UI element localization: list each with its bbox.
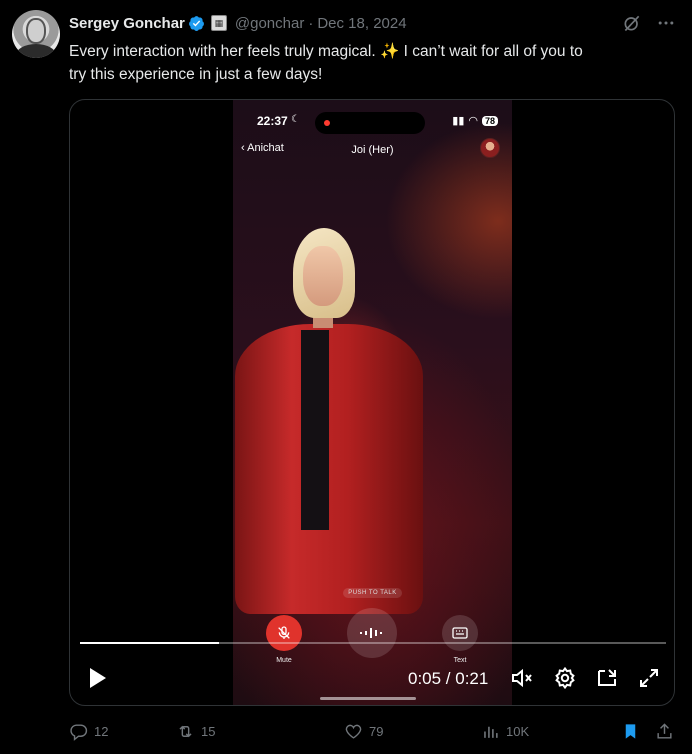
video-progress-bar[interactable]: [80, 642, 666, 644]
phone-status-bar: 22:37 ☾ ▮▮ ◠ 78: [233, 112, 512, 134]
moon-icon: ☾: [291, 114, 300, 125]
fullscreen-icon[interactable]: [637, 666, 661, 690]
share-icon: [657, 723, 672, 739]
phone-nav-bar: ‹ Anichat Joi (Her): [233, 138, 512, 160]
home-indicator: [320, 697, 416, 700]
repost-icon: [179, 725, 192, 738]
character-figure: [233, 228, 512, 614]
signal-icon: ▮▮: [452, 115, 465, 127]
character-avatar: [480, 138, 500, 158]
mic-off-icon: [278, 626, 290, 639]
repost-count: 15: [201, 724, 216, 739]
verified-badge-icon[interactable]: [188, 15, 205, 32]
video-player[interactable]: 22:37 ☾ ▮▮ ◠ 78 ‹ Anichat Joi (Her) PUSH…: [69, 99, 675, 706]
author-name[interactable]: Sergey Gonchar: [69, 15, 185, 32]
video-timecode: 0:05 / 0:21: [408, 669, 489, 688]
grok-icon[interactable]: [622, 13, 642, 33]
like-count: 79: [369, 724, 384, 739]
wifi-icon: ◠: [468, 115, 478, 127]
tweet-actions: 12 15 79 10K: [69, 722, 679, 744]
views-button[interactable]: 10K: [481, 722, 529, 741]
battery-level: 78: [481, 115, 498, 126]
text-button: [442, 615, 478, 651]
dynamic-island: [315, 112, 425, 134]
mute-button: [266, 615, 302, 651]
tweet-text: Every interaction with her feels truly m…: [69, 40, 679, 86]
more-options-icon[interactable]: [656, 13, 676, 33]
push-to-talk-hint: PUSH TO TALK: [233, 581, 512, 599]
mute-control: Mute: [266, 615, 302, 664]
reply-icon: [70, 724, 88, 741]
mute-volume-icon[interactable]: [510, 666, 534, 690]
tweet-date[interactable]: Dec 18, 2024: [317, 15, 406, 32]
keyboard-icon: [452, 627, 468, 639]
tweet-text-line-1: Every interaction with her feels truly m…: [69, 43, 583, 60]
tweet-header: Sergey Gonchar ▦ @gonchar · Dec 18, 2024: [69, 13, 676, 33]
waveform-icon: [360, 628, 382, 638]
text-control: Text: [442, 615, 478, 664]
record-dot-icon: [324, 120, 330, 126]
call-controls: Mute Text: [233, 608, 512, 675]
play-icon[interactable]: [87, 666, 109, 690]
views-count: 10K: [506, 724, 530, 739]
settings-gear-icon[interactable]: [553, 666, 577, 690]
talk-control: [347, 608, 397, 658]
affiliation-badge-icon[interactable]: ▦: [210, 15, 227, 31]
mute-label: Mute: [276, 657, 292, 664]
push-to-talk-label: PUSH TO TALK: [343, 588, 402, 598]
text-label: Text: [453, 657, 467, 664]
talk-button: [347, 608, 397, 658]
share-button[interactable]: [655, 722, 674, 741]
picture-in-picture-icon[interactable]: [595, 666, 619, 690]
views-chart-icon: [484, 726, 498, 738]
tweet-text-line-2: try this experience in just a few days!: [69, 66, 323, 83]
bookmark-button[interactable]: [621, 722, 640, 741]
video-progress-fill: [80, 642, 220, 644]
chat-title: Joi (Her): [351, 144, 394, 156]
repost-button[interactable]: 15: [176, 722, 215, 741]
heart-icon: [345, 724, 362, 739]
like-button[interactable]: 79: [344, 722, 383, 741]
reply-count: 12: [94, 724, 109, 739]
bookmark-icon: [625, 724, 636, 739]
separator-dot: ·: [308, 14, 314, 32]
phone-status-time: 22:37: [257, 114, 288, 128]
phone-screen-recording: 22:37 ☾ ▮▮ ◠ 78 ‹ Anichat Joi (Her) PUSH…: [233, 100, 512, 705]
author-avatar[interactable]: [12, 10, 60, 58]
author-handle[interactable]: @gonchar: [235, 15, 304, 32]
reply-button[interactable]: 12: [69, 722, 108, 741]
